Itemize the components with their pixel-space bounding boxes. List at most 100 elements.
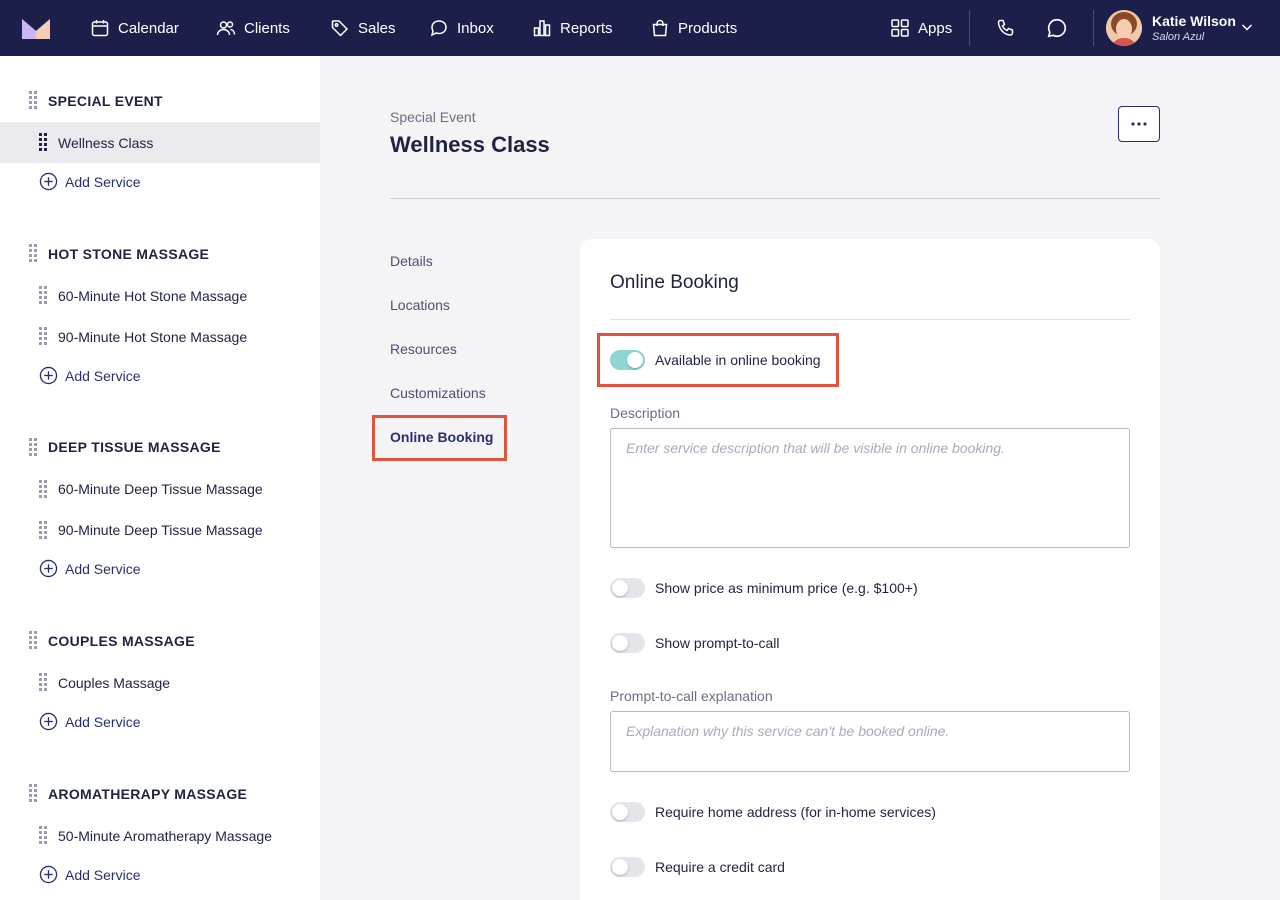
category-title: HOT STONE MASSAGE [48, 246, 210, 262]
shopping-bag-icon [652, 19, 668, 37]
services-sidebar: SPECIAL EVENT Wellness Class Add Service… [0, 56, 320, 900]
highlight-box [597, 333, 839, 387]
category-title: COUPLES MASSAGE [48, 633, 195, 649]
messages-button[interactable] [1045, 16, 1069, 40]
card-title: Online Booking [610, 272, 739, 293]
nav-apps-label: Apps [918, 19, 953, 37]
plus-circle-icon [39, 366, 58, 385]
drag-handle-icon[interactable] [39, 327, 47, 345]
service-item[interactable]: Wellness Class [58, 135, 153, 151]
home-address-label: Require home address (for in-home servic… [655, 804, 936, 820]
user-avatar-image [1106, 10, 1142, 46]
more-options-button[interactable] [1118, 106, 1160, 142]
service-item[interactable]: 90-Minute Deep Tissue Massage [58, 522, 263, 538]
service-item[interactable]: 60-Minute Hot Stone Massage [58, 288, 247, 304]
avatar[interactable] [1106, 10, 1142, 46]
nav-sales[interactable]: Sales [330, 0, 396, 56]
min-price-toggle[interactable] [610, 578, 645, 598]
service-item[interactable]: 50-Minute Aromatherapy Massage [58, 828, 272, 844]
drag-handle-icon[interactable] [39, 673, 47, 691]
add-service-label: Add Service [65, 173, 141, 190]
user-name: Katie Wilson [1152, 13, 1236, 29]
prompt-to-call-label: Show prompt-to-call [655, 635, 780, 651]
phone-button[interactable] [994, 16, 1018, 40]
nav-reports-label: Reports [560, 19, 613, 37]
drag-handle-icon[interactable] [39, 286, 47, 304]
tag-icon [331, 20, 349, 37]
nav-clients[interactable]: Clients [216, 0, 290, 56]
nav-clients-label: Clients [244, 19, 290, 37]
category-title: DEEP TISSUE MASSAGE [48, 439, 221, 455]
drag-handle-icon[interactable] [29, 631, 37, 649]
service-item[interactable]: 90-Minute Hot Stone Massage [58, 329, 247, 345]
chevron-down-icon[interactable] [1240, 20, 1254, 34]
drag-handle-icon[interactable] [29, 91, 37, 109]
toggle-knob [612, 859, 628, 875]
card-divider [610, 319, 1130, 320]
page-title: Wellness Class [390, 132, 550, 157]
description-textarea[interactable] [610, 428, 1130, 548]
speech-bubble-icon [1047, 18, 1066, 38]
service-item[interactable]: 60-Minute Deep Tissue Massage [58, 481, 263, 497]
users-icon [216, 21, 236, 36]
add-service-label: Add Service [65, 367, 141, 384]
user-organization: Salon Azul [1152, 31, 1205, 43]
subnav-locations[interactable]: Locations [390, 297, 450, 313]
nav-calendar-label: Calendar [118, 19, 179, 37]
ellipsis-icon [1131, 122, 1147, 126]
nav-calendar[interactable]: Calendar [90, 0, 179, 56]
add-service-label: Add Service [65, 560, 141, 577]
nav-products[interactable]: Products [650, 0, 737, 56]
top-nav-bar: Calendar Clients Sales Inbox Reports Pro… [0, 0, 1280, 56]
home-address-toggle[interactable] [610, 802, 645, 822]
nav-inbox-label: Inbox [457, 19, 494, 37]
nav-divider [1093, 10, 1094, 46]
toggle-knob [612, 635, 628, 651]
bar-chart-icon [533, 20, 551, 37]
drag-handle-icon[interactable] [39, 480, 47, 498]
toggle-knob [612, 804, 628, 820]
drag-handle-icon[interactable] [39, 133, 47, 151]
drag-handle-icon[interactable] [39, 521, 47, 539]
subnav-resources[interactable]: Resources [390, 341, 457, 357]
drag-handle-icon[interactable] [29, 244, 37, 262]
credit-card-label: Require a credit card [655, 859, 785, 875]
plus-circle-icon [39, 712, 58, 731]
category-title: SPECIAL EVENT [48, 93, 163, 109]
description-label: Description [610, 405, 681, 421]
subnav-details[interactable]: Details [390, 253, 433, 269]
drag-handle-icon[interactable] [29, 784, 37, 802]
apps-grid-icon [891, 19, 909, 37]
add-service-button[interactable]: Add Service [39, 865, 140, 884]
phone-icon [997, 19, 1014, 36]
prompt-explanation-textarea[interactable] [610, 711, 1130, 772]
nav-products-label: Products [678, 19, 738, 37]
drag-handle-icon[interactable] [39, 826, 47, 844]
header-divider [390, 198, 1160, 199]
min-price-label: Show price as minimum price (e.g. $100+) [655, 580, 918, 596]
subnav-customizations[interactable]: Customizations [390, 385, 486, 401]
calendar-icon [91, 20, 109, 37]
add-service-button[interactable]: Add Service [39, 172, 140, 191]
nav-sales-label: Sales [358, 19, 396, 37]
nav-apps[interactable]: Apps [890, 0, 952, 56]
plus-circle-icon [39, 172, 58, 191]
chat-bubble-icon [430, 20, 447, 37]
plus-circle-icon [39, 865, 58, 884]
prompt-to-call-toggle[interactable] [610, 633, 645, 653]
nav-reports[interactable]: Reports [532, 0, 613, 56]
add-service-button[interactable]: Add Service [39, 366, 140, 385]
nav-divider [969, 10, 970, 46]
add-service-label: Add Service [65, 713, 141, 730]
plus-circle-icon [39, 559, 58, 578]
service-row-active[interactable] [0, 122, 320, 163]
credit-card-toggle[interactable] [610, 857, 645, 877]
service-item[interactable]: Couples Massage [58, 675, 170, 691]
drag-handle-icon[interactable] [29, 438, 37, 456]
add-service-button[interactable]: Add Service [39, 712, 140, 731]
category-title: AROMATHERAPY MASSAGE [48, 786, 248, 802]
brand-logo[interactable] [22, 17, 50, 39]
toggle-knob [612, 580, 628, 596]
nav-inbox[interactable]: Inbox [429, 0, 494, 56]
add-service-button[interactable]: Add Service [39, 559, 140, 578]
